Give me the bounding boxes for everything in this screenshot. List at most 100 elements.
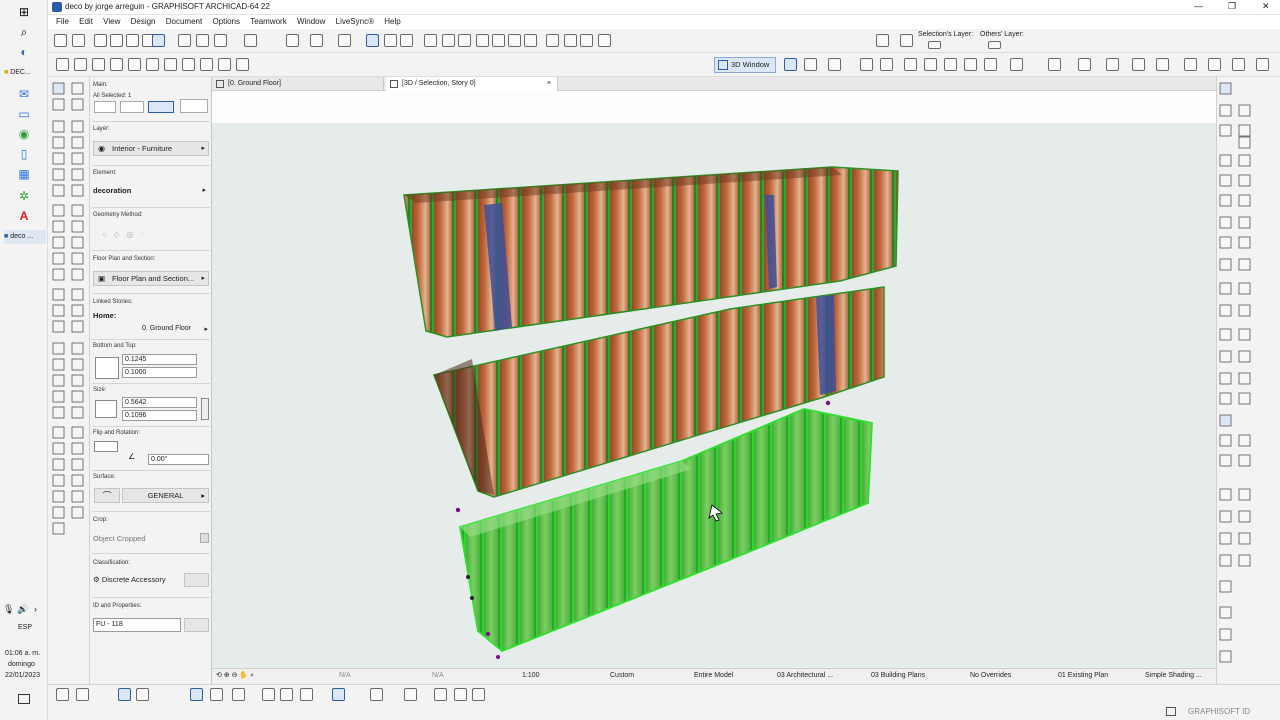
ortho-icon[interactable] xyxy=(300,688,313,701)
menu-livesync[interactable]: LiveSync® xyxy=(336,15,374,29)
lock-icon[interactable] xyxy=(338,34,351,47)
pick-up-icon[interactable] xyxy=(94,34,107,47)
taskbar-app-dec[interactable]: ■ DEC... xyxy=(4,66,44,80)
selection-node[interactable] xyxy=(486,632,490,636)
cube-icon[interactable] xyxy=(804,58,817,71)
grid-icon[interactable] xyxy=(244,34,257,47)
selection-arrows-button[interactable] xyxy=(94,101,116,113)
speaker-icon[interactable]: 🔊 xyxy=(17,604,28,615)
undo-icon[interactable] xyxy=(54,34,67,47)
mirror-toggle[interactable] xyxy=(94,441,118,452)
windows-start-icon[interactable]: ⊞ xyxy=(14,4,34,20)
top-elevation-input[interactable]: 0.1245 xyxy=(122,354,197,365)
solid-ops-icon[interactable] xyxy=(564,34,577,47)
angle-tool-icon[interactable] xyxy=(280,688,293,701)
offset-icon[interactable] xyxy=(492,34,505,47)
lock-elements-icon[interactable] xyxy=(136,688,149,701)
scale-dropdown[interactable]: 1:100 xyxy=(522,669,540,683)
selection-node[interactable] xyxy=(825,400,831,406)
perspective-icon[interactable] xyxy=(784,58,797,71)
right-palette-tools[interactable] xyxy=(1217,77,1280,684)
tab-ground-floor[interactable]: [0. Ground Floor] xyxy=(212,77,384,91)
select-box-icon[interactable] xyxy=(310,34,323,47)
elevation-icon[interactable] xyxy=(92,58,105,71)
selection-node[interactable] xyxy=(496,655,500,659)
group-icon[interactable] xyxy=(118,688,131,701)
object-settings-button[interactable] xyxy=(148,101,174,113)
model-icon[interactable] xyxy=(56,58,69,71)
navigation-icon[interactable] xyxy=(828,58,841,71)
teamwork-icon[interactable] xyxy=(876,34,889,47)
zoom-controls[interactable]: ⟲ ⊕ ⊖ ✋ ⌕ xyxy=(216,669,254,683)
settings-icon[interactable] xyxy=(1232,58,1245,71)
phone-icon[interactable]: ▯ xyxy=(14,146,34,162)
publisher-icon[interactable] xyxy=(218,58,231,71)
rotation-input[interactable]: 0.00° xyxy=(148,454,209,465)
size-y-input[interactable]: 0.1096 xyxy=(122,410,197,421)
app-gear-icon[interactable]: ✲ xyxy=(14,188,34,204)
restore-button[interactable]: ❐ xyxy=(1228,1,1236,12)
language-indicator[interactable]: ESP xyxy=(18,624,32,631)
bottom-elevation-input[interactable]: 0.1000 xyxy=(122,367,197,378)
mic-icon[interactable]: 🎙 xyxy=(3,604,14,615)
gravity-icon[interactable] xyxy=(152,34,165,47)
surface-dropdown[interactable]: GENERAL ▸ xyxy=(122,488,209,503)
suspend-groups-icon[interactable] xyxy=(366,34,379,47)
render-icon[interactable] xyxy=(1010,58,1023,71)
adjust-icon[interactable] xyxy=(442,34,455,47)
floor-plan-dropdown[interactable]: ▣ Floor Plan and Section... ▸ xyxy=(93,271,209,286)
selection-node[interactable] xyxy=(470,596,474,600)
selection-layer-eye-icon[interactable] xyxy=(928,41,941,49)
brush-icon[interactable]: ⌒ xyxy=(94,488,120,503)
chrome-icon[interactable]: ◉ xyxy=(14,126,34,142)
fit-icon[interactable] xyxy=(924,58,937,71)
eyedropper-icon[interactable] xyxy=(126,34,139,47)
chevron-right-icon[interactable]: › xyxy=(34,604,37,614)
document-icon[interactable] xyxy=(182,58,195,71)
schedule-icon[interactable] xyxy=(146,58,159,71)
3d-style-icon[interactable] xyxy=(1048,58,1061,71)
shading-icon[interactable] xyxy=(1106,58,1119,71)
lock-ratio-icon[interactable] xyxy=(201,398,209,420)
layer-settings-icon[interactable] xyxy=(900,34,913,47)
favorites-button[interactable] xyxy=(180,99,208,113)
snap-icon[interactable] xyxy=(56,688,69,701)
tab-options-icon[interactable] xyxy=(1188,78,1212,90)
redo-icon[interactable] xyxy=(72,34,85,47)
interior-icon[interactable] xyxy=(164,58,177,71)
grid-snap-icon[interactable] xyxy=(214,34,227,47)
taskbar-app-deco[interactable]: ■ deco ... xyxy=(4,230,46,244)
bookshelf-model[interactable] xyxy=(212,91,1216,668)
window-icon[interactable] xyxy=(1166,707,1176,716)
properties-button[interactable] xyxy=(184,618,209,632)
expand-icon[interactable] xyxy=(1256,58,1269,71)
line-icon[interactable] xyxy=(262,688,275,701)
mesh-icon[interactable] xyxy=(580,34,593,47)
monitor-icon[interactable]: ▭ xyxy=(14,106,34,122)
clock-time[interactable]: 01:06 a. m. xyxy=(5,650,40,657)
graphic-overrides-dropdown[interactable]: No Overrides xyxy=(970,669,1011,683)
orbit-icon[interactable] xyxy=(880,58,893,71)
hotlink-icon[interactable] xyxy=(598,34,611,47)
selection-node[interactable] xyxy=(466,575,470,579)
close-button[interactable]: ✕ xyxy=(1262,1,1270,12)
fillet-icon[interactable] xyxy=(476,34,489,47)
tab-3d-selection[interactable]: [3D / Selection, Story 0] × xyxy=(386,77,558,91)
zoom-extents-icon[interactable] xyxy=(964,58,977,71)
minimize-button[interactable]: — xyxy=(1194,1,1203,11)
toolbox-tools[interactable] xyxy=(48,77,90,684)
home-view-icon[interactable] xyxy=(944,58,957,71)
size-x-input[interactable]: 0.5642 xyxy=(122,397,197,408)
favorites-icon[interactable] xyxy=(404,688,417,701)
graphisoft-id-link[interactable]: GRAPHISOFT ID xyxy=(1188,707,1250,716)
pointer-icon[interactable] xyxy=(472,688,485,701)
menu-edit[interactable]: Edit xyxy=(79,15,93,29)
detail-icon[interactable] xyxy=(110,58,123,71)
trace-icon[interactable] xyxy=(384,34,397,47)
filter-icon[interactable] xyxy=(1156,58,1169,71)
globe-icon[interactable] xyxy=(904,58,917,71)
menu-design[interactable]: Design xyxy=(131,15,156,29)
menu-options[interactable]: Options xyxy=(212,15,240,29)
offset-tool-icon[interactable] xyxy=(210,688,223,701)
resize-icon[interactable] xyxy=(524,34,537,47)
